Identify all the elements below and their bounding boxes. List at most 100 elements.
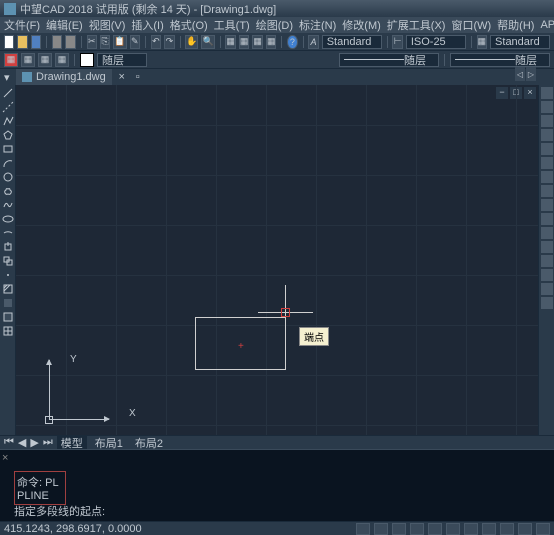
tool-palette-button[interactable]: ▦ [252,35,263,49]
tab-next-icon[interactable]: ▶ [30,436,38,449]
properties-button[interactable]: ▦ [225,35,236,49]
fillet-tool[interactable] [541,283,553,295]
offset-tool[interactable] [541,129,553,141]
menu-modify[interactable]: 修改(M) [342,17,381,33]
polar-toggle[interactable] [410,523,424,535]
explode-tool[interactable] [541,297,553,309]
zoom-button[interactable]: 🔍 [201,35,214,49]
line-tool[interactable] [2,87,14,99]
revcloud-tool[interactable] [2,185,14,197]
textstyle-icon[interactable]: A [308,35,318,49]
ann-toggle[interactable] [518,523,532,535]
hatch-tool[interactable] [2,283,14,295]
osnap-toggle[interactable] [428,523,442,535]
table-tool[interactable] [2,325,14,337]
ellipse-tool[interactable] [2,213,14,225]
paste-button[interactable]: 📋 [113,35,126,49]
menu-app[interactable]: APP+ [540,19,554,31]
tablestyle-icon[interactable]: ▦ [477,35,488,49]
spline-tool[interactable] [2,199,14,211]
tablestyle-dropdown[interactable]: Standard [490,35,550,49]
plot-button[interactable] [52,35,62,49]
lineweight-dropdown[interactable]: 随层 [450,53,550,67]
textstyle-dropdown[interactable]: Standard [322,35,382,49]
save-button[interactable] [31,35,41,49]
annoscale-toggle[interactable] [536,523,550,535]
color-button[interactable] [80,53,94,67]
snap-toggle[interactable] [356,523,370,535]
menu-insert[interactable]: 插入(I) [131,17,163,33]
tab-close-button[interactable]: × [116,71,128,83]
rectangle-tool[interactable] [2,143,14,155]
lwt-toggle[interactable] [482,523,496,535]
dyn-toggle[interactable] [464,523,478,535]
model-toggle[interactable] [500,523,514,535]
linetype-dropdown[interactable]: 随层 [339,53,439,67]
copy-button[interactable]: ⎘ [100,35,110,49]
insert-block-tool[interactable] [2,241,14,253]
open-button[interactable] [17,35,27,49]
cmd-close-icon[interactable]: × [2,452,8,464]
array-tool[interactable] [541,143,553,155]
document-tab[interactable]: Drawing1.dwg [16,69,112,85]
design-center-button[interactable]: ▦ [239,35,250,49]
redo-button[interactable]: ↷ [164,35,174,49]
undo-button[interactable]: ↶ [151,35,161,49]
menu-edit[interactable]: 编辑(E) [46,17,83,33]
tab-first-icon[interactable]: ⏮ [4,436,14,449]
layer-prev-button[interactable]: ▦ [55,53,69,67]
ortho-toggle[interactable] [392,523,406,535]
new-button[interactable] [4,35,14,49]
scroll-right-icon[interactable]: ▷ [526,67,536,81]
menu-view[interactable]: 视图(V) [89,17,126,33]
join-tool[interactable] [541,255,553,267]
move-tool[interactable] [541,157,553,169]
region-tool[interactable] [2,311,14,323]
trim-tool[interactable] [541,213,553,225]
menu-format[interactable]: 格式(O) [170,17,208,33]
help-button[interactable]: ? [287,35,297,49]
tab-last-icon[interactable]: ⏭ [43,436,53,449]
dimstyle-dropdown[interactable]: ISO-25 [406,35,466,49]
gradient-tool[interactable] [2,297,14,309]
erase-tool[interactable] [541,87,553,99]
menu-tools[interactable]: 工具(T) [214,17,250,33]
polyline-tool[interactable] [2,115,14,127]
cut-button[interactable]: ✂ [87,35,97,49]
chamfer-tool[interactable] [541,269,553,281]
drawing-canvas[interactable]: − □ × + 端点 Y X [16,85,538,435]
scroll-left-icon[interactable]: ◁ [515,67,525,81]
menu-dimension[interactable]: 标注(N) [299,17,336,33]
menu-express[interactable]: 扩展工具(X) [387,17,446,33]
tab-new-button[interactable]: ▫ [132,71,144,83]
dimstyle-icon[interactable]: ⊢ [392,35,402,49]
layer-iso-button[interactable]: ▦ [38,53,52,67]
extend-tool[interactable] [541,227,553,239]
coordinates[interactable]: 415.1243, 298.6917, 0.0000 [4,523,142,535]
copy-tool[interactable] [541,101,553,113]
mirror-tool[interactable] [541,115,553,127]
point-tool[interactable] [2,269,14,281]
command-area[interactable]: × 命令: PL PLINE 指定多段线的起点: [0,449,554,521]
pan-button[interactable]: ✋ [185,35,198,49]
match-button[interactable]: ✎ [130,35,140,49]
break-tool[interactable] [541,241,553,253]
layer-states-button[interactable]: ▦ [21,53,35,67]
stretch-tool[interactable] [541,199,553,211]
otrack-toggle[interactable] [446,523,460,535]
layer-props-button[interactable]: ▦ [4,53,18,67]
menu-window[interactable]: 窗口(W) [451,17,491,33]
circle-tool[interactable] [2,171,14,183]
ellipse-arc-tool[interactable] [2,227,14,239]
preview-button[interactable] [65,35,75,49]
scale-tool[interactable] [541,185,553,197]
menu-draw[interactable]: 绘图(D) [256,17,293,33]
make-block-tool[interactable] [2,255,14,267]
arc-tool[interactable] [2,157,14,169]
layer-dropdown[interactable]: 随层 [97,53,147,67]
menu-file[interactable]: 文件(F) [4,17,40,33]
calc-button[interactable]: ▦ [266,35,277,49]
xline-tool[interactable] [2,101,14,113]
command-prompt[interactable]: 指定多段线的起点: [14,503,105,519]
rotate-tool[interactable] [541,171,553,183]
